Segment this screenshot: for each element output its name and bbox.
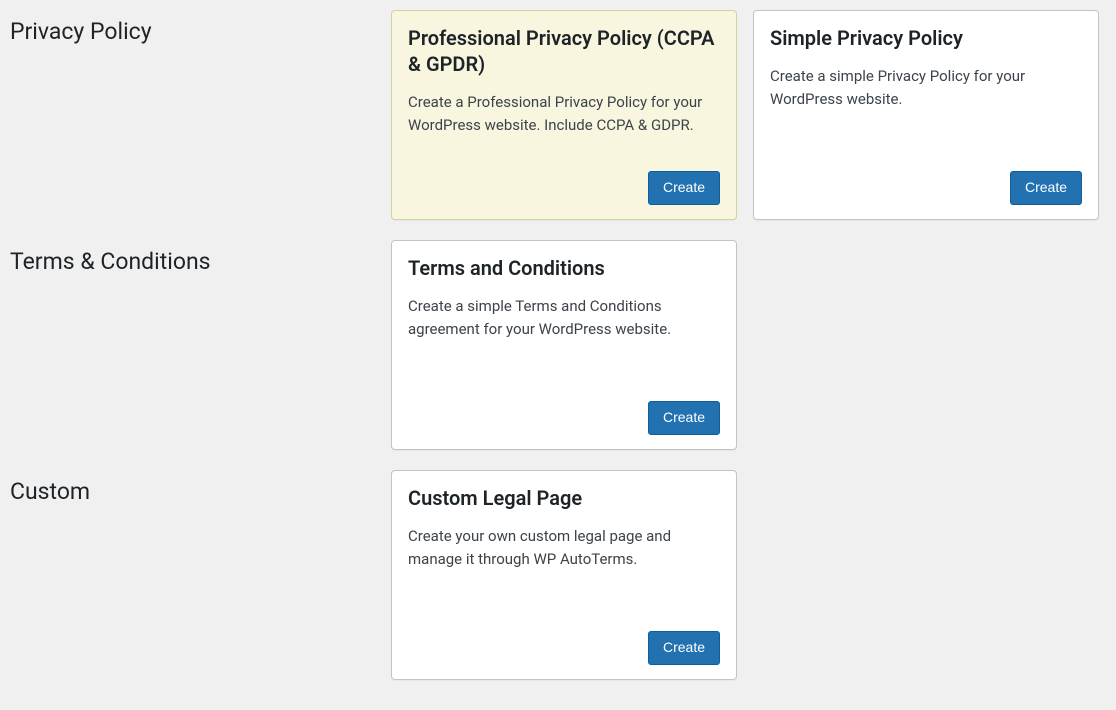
section-custom: Custom Custom Legal Page Create your own… <box>10 470 1106 680</box>
card-custom-legal-page: Custom Legal Page Create your own custom… <box>391 470 737 680</box>
section-terms-conditions: Terms & Conditions Terms and Conditions … <box>10 240 1106 450</box>
card-description-custom: Create your own custom legal page and ma… <box>408 525 720 611</box>
create-button-terms[interactable]: Create <box>648 401 720 435</box>
section-label-terms: Terms & Conditions <box>10 240 375 275</box>
card-footer: Create <box>408 401 720 435</box>
card-terms-conditions: Terms and Conditions Create a simple Ter… <box>391 240 737 450</box>
card-description-professional-privacy: Create a Professional Privacy Policy for… <box>408 91 720 151</box>
cards-container-terms: Terms and Conditions Create a simple Ter… <box>391 240 1106 450</box>
card-footer: Create <box>408 631 720 665</box>
section-label-privacy: Privacy Policy <box>10 10 375 45</box>
card-footer: Create <box>770 171 1082 205</box>
section-label-custom: Custom <box>10 470 375 505</box>
card-description-simple-privacy: Create a simple Privacy Policy for your … <box>770 65 1082 151</box>
create-button-custom[interactable]: Create <box>648 631 720 665</box>
cards-container-custom: Custom Legal Page Create your own custom… <box>391 470 1106 680</box>
card-footer: Create <box>408 171 720 205</box>
create-button-simple-privacy[interactable]: Create <box>1010 171 1082 205</box>
card-title-simple-privacy: Simple Privacy Policy <box>770 25 1082 51</box>
card-title-terms: Terms and Conditions <box>408 255 720 281</box>
create-button-professional-privacy[interactable]: Create <box>648 171 720 205</box>
card-simple-privacy-policy: Simple Privacy Policy Create a simple Pr… <box>753 10 1099 220</box>
card-professional-privacy-policy: Professional Privacy Policy (CCPA & GPDR… <box>391 10 737 220</box>
card-description-terms: Create a simple Terms and Conditions agr… <box>408 295 720 381</box>
card-title-professional-privacy: Professional Privacy Policy (CCPA & GPDR… <box>408 25 720 77</box>
section-privacy-policy: Privacy Policy Professional Privacy Poli… <box>10 10 1106 220</box>
card-title-custom: Custom Legal Page <box>408 485 720 511</box>
cards-container-privacy: Professional Privacy Policy (CCPA & GPDR… <box>391 10 1106 220</box>
